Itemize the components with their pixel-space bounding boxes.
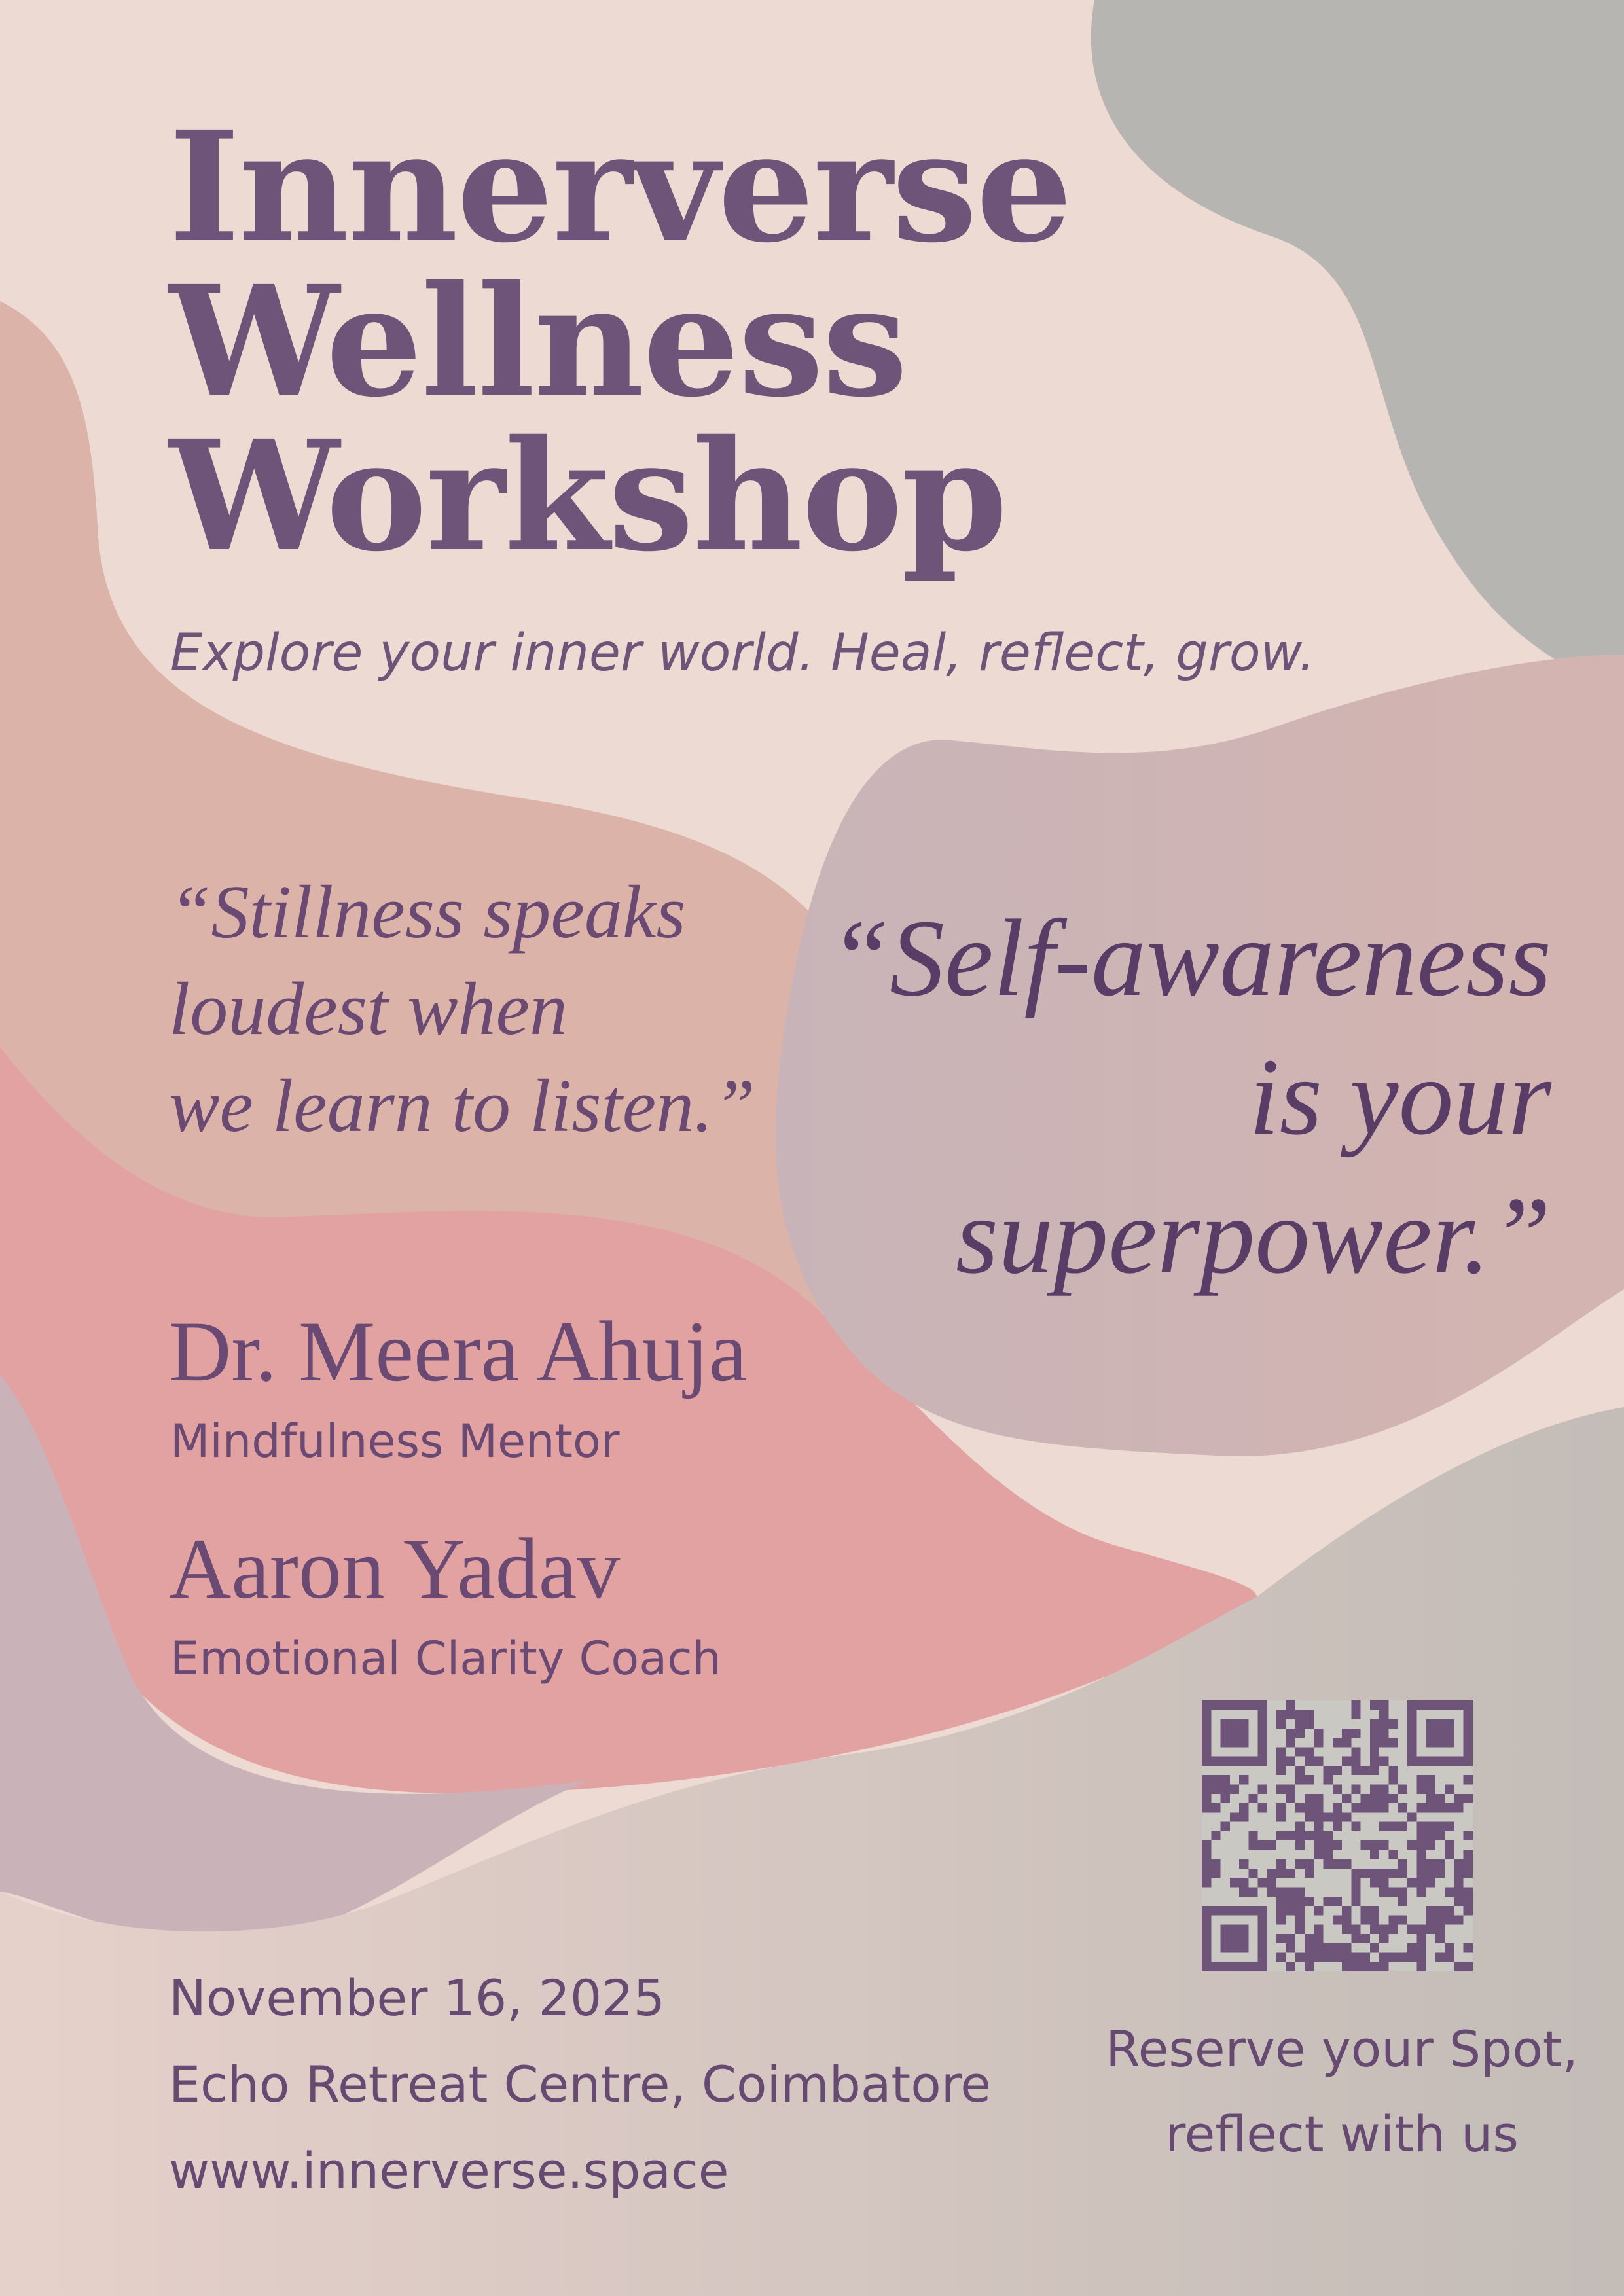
title-line: Innerverse [169, 98, 1073, 276]
cta-line: reflect with us [1165, 2105, 1519, 2163]
qr-code-icon[interactable] [1202, 1700, 1473, 1971]
speaker-role: Emotional Clarity Coach [170, 1632, 721, 1685]
quote-line: “Self-awareness [828, 897, 1551, 1019]
quote-line: loudest when [169, 967, 568, 1051]
cta-line: Reserve your Spot, [1106, 2020, 1578, 2078]
quote-line: “Stillness speaks [169, 870, 686, 954]
title-line: Wellness [169, 252, 908, 431]
workshop-poster: Innerverse Wellness Workshop Explore you… [0, 0, 1624, 2296]
event-website-link[interactable]: www.innerverse.space [169, 2142, 1085, 2200]
speaker-role: Mindfulness Mentor [170, 1414, 620, 1468]
speaker-name: Dr. Meera Ahuja [169, 1303, 748, 1399]
quote-line: superpower.” [955, 1175, 1551, 1297]
workshop-title: Innerverse Wellness Workshop [169, 110, 1151, 573]
speaker-name: Aaron Yadav [169, 1520, 621, 1617]
event-venue: Echo Retreat Centre, Coimbatore [169, 2055, 992, 2113]
title-line: Workshop [169, 406, 1008, 585]
reserve-cta: Reserve your Spot, reflect with us [1074, 2007, 1610, 2177]
event-date: November 16, 2025 [169, 1969, 665, 2027]
quote-line: we learn to listen.” [169, 1064, 755, 1148]
quote-self-awareness: “Self-awareness is your superpower.” [785, 889, 1551, 1305]
quote-line: is your [1249, 1036, 1551, 1158]
tagline: Explore your inner world. Heal, reflect,… [170, 624, 1316, 683]
quote-stillness: “Stillness speaks loudest when we learn … [169, 864, 823, 1155]
